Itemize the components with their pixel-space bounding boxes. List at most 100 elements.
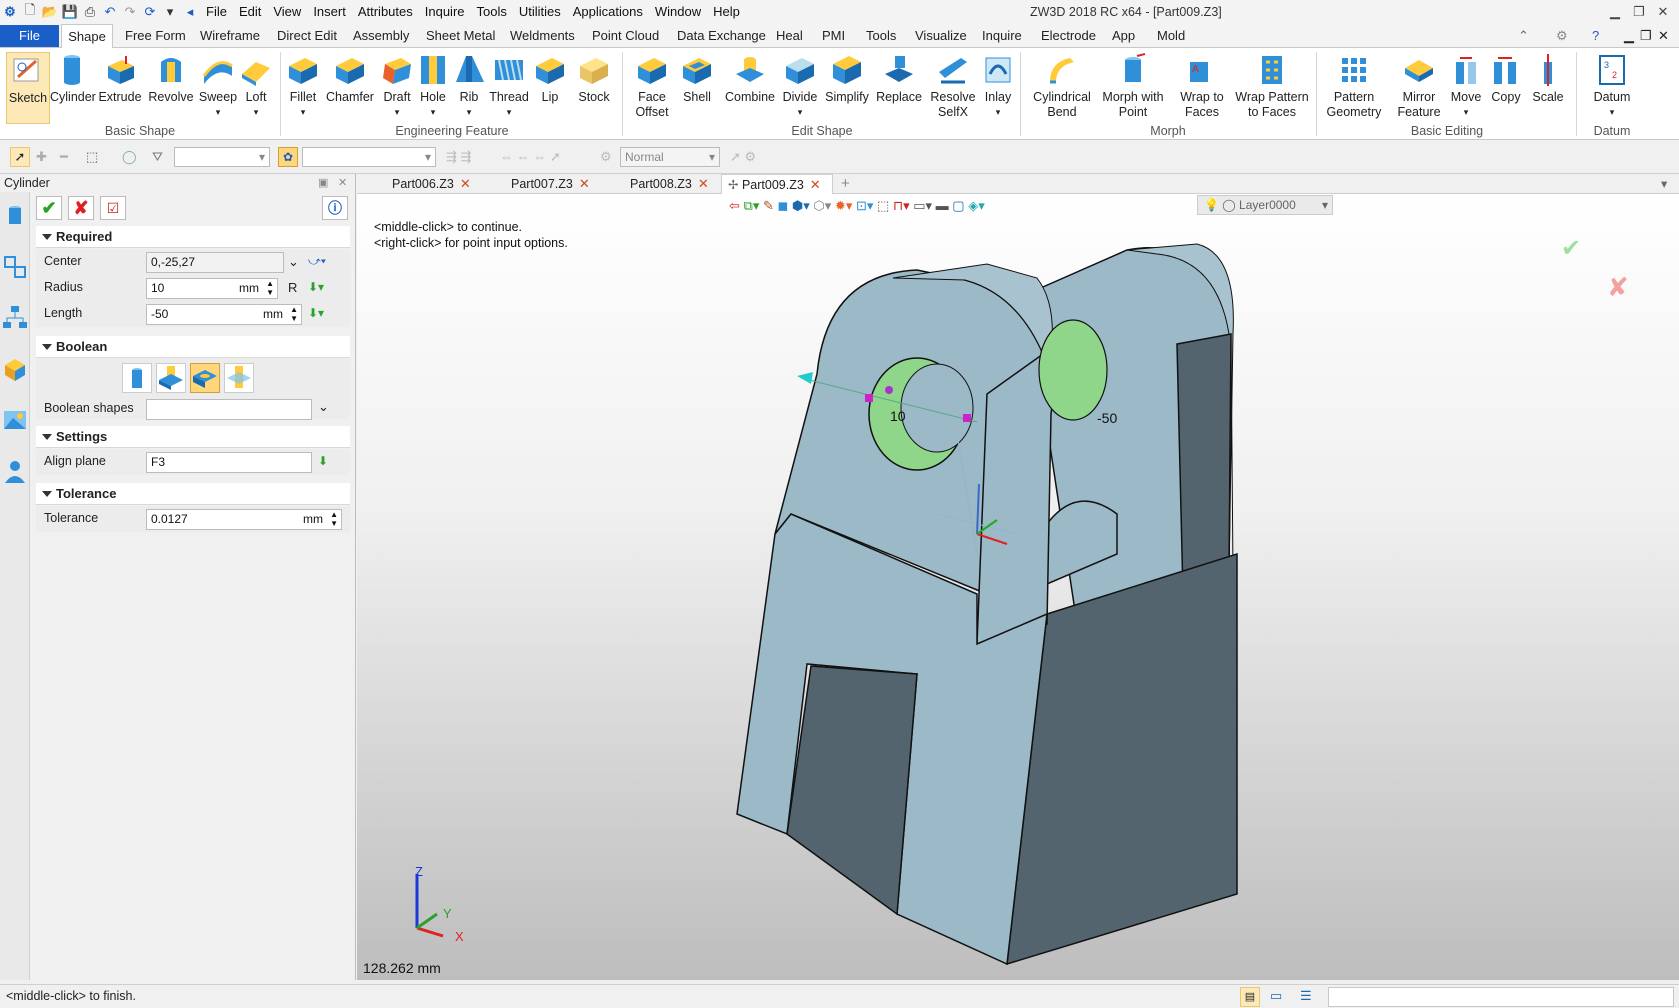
save-icon[interactable]: 💾 <box>60 2 80 22</box>
extrude-button[interactable]: Extrude <box>96 52 144 105</box>
inlay-dropdown-icon[interactable]: ▾ <box>980 105 1016 120</box>
resolve-selfx-button[interactable]: Resolve SelfX <box>928 52 978 120</box>
menu-file[interactable]: File <box>200 0 233 24</box>
menu-insert[interactable]: Insert <box>307 0 352 24</box>
datum-button[interactable]: 32 Datum ▾ <box>1588 52 1636 120</box>
align-plane-field[interactable]: F3 <box>146 452 312 473</box>
boolean-remove-button[interactable] <box>190 363 220 393</box>
center-field[interactable]: 0,-25,27 <box>146 252 284 273</box>
datum-dropdown-icon[interactable]: ▾ <box>1588 105 1636 120</box>
menu-utilities[interactable]: Utilities <box>513 0 567 24</box>
image-icon[interactable] <box>1 406 29 434</box>
help-icon[interactable]: ? <box>1592 24 1599 48</box>
radius-field[interactable]: 10 mm ▲ ▼ <box>146 278 278 299</box>
move-button[interactable]: Move ▾ <box>1446 52 1486 120</box>
scale-button[interactable]: Scale <box>1528 52 1568 105</box>
gear-icon[interactable]: ⚙ <box>600 149 612 165</box>
app-logo-icon[interactable]: ⚙ <box>0 2 20 22</box>
tab-data-exchange[interactable]: Data Exchange <box>677 24 766 48</box>
length-field[interactable]: -50 mm ▲ ▼ <box>146 304 302 325</box>
boolean-base-button[interactable] <box>122 363 152 393</box>
tab-mold[interactable]: Mold <box>1157 24 1185 48</box>
shell-button[interactable]: Shell <box>678 52 716 105</box>
ok-button[interactable]: ✔ <box>36 196 62 220</box>
remove-pick-icon[interactable]: ━ <box>60 149 68 165</box>
menu-window[interactable]: Window <box>649 0 707 24</box>
tab-file[interactable]: File <box>0 25 59 47</box>
status-list-icon[interactable]: ☰ <box>1300 988 1312 1004</box>
section-tolerance[interactable]: Tolerance <box>36 483 350 505</box>
cylinder-button[interactable]: Cylinder <box>50 52 96 105</box>
part-icon[interactable] <box>1 355 29 383</box>
close-icon[interactable]: ✕ <box>579 176 590 191</box>
stock-button[interactable]: Stock <box>572 52 616 105</box>
filter-icon[interactable]: ⛛ <box>152 149 163 165</box>
fillet-dropdown-icon[interactable]: ▾ <box>284 105 322 120</box>
menu-attributes[interactable]: Attributes <box>352 0 419 24</box>
back-arrow-icon[interactable]: ◂ <box>180 2 200 22</box>
hole-button[interactable]: Hole ▾ <box>414 52 452 120</box>
close-icon[interactable]: ✕ <box>460 176 471 191</box>
tab-heal[interactable]: Heal <box>776 24 803 48</box>
length-spinner-icon[interactable]: ▲ ▼ <box>290 305 298 323</box>
menu-tools[interactable]: Tools <box>471 0 513 24</box>
lasso-icon[interactable]: ◯ <box>122 149 137 165</box>
restore-icon[interactable]: ❐ <box>1628 2 1650 22</box>
section-required[interactable]: Required <box>36 226 350 248</box>
snap-icon[interactable]: ⇔ ⇔ ⇔ ➚ <box>500 149 561 165</box>
section-boolean[interactable]: Boolean <box>36 336 350 358</box>
tolerance-field[interactable]: 0.0127 mm ▲ ▼ <box>146 509 342 530</box>
lip-button[interactable]: Lip <box>532 52 568 105</box>
doc-restore-icon[interactable]: ❐ <box>1640 24 1652 48</box>
radius-pick-icon[interactable]: ⬇▾ <box>308 280 324 294</box>
align-plane-pick-icon[interactable]: ⬇ <box>318 454 328 468</box>
radius-spinner-icon[interactable]: ▲ ▼ <box>266 279 274 297</box>
close-panel-icon[interactable]: ✕ <box>338 176 347 189</box>
mirror-feature-button[interactable]: Mirror Feature <box>1390 52 1448 120</box>
tab-assembly[interactable]: Assembly <box>353 24 409 48</box>
tab-visualize[interactable]: Visualize <box>915 24 967 48</box>
mode-select[interactable]: Normal ▾ <box>620 147 720 167</box>
tolerance-spinner-icon[interactable]: ▲ ▼ <box>330 510 338 528</box>
face-offset-button[interactable]: Face Offset <box>628 52 676 120</box>
section-settings[interactable]: Settings <box>36 426 350 448</box>
cancel-button[interactable]: ✘ <box>68 196 94 220</box>
loft-button[interactable]: Loft ▾ <box>238 52 274 120</box>
boolean-intersect-button[interactable] <box>224 363 254 393</box>
history-tree-icon[interactable] <box>1 253 29 281</box>
tab-app[interactable]: App <box>1112 24 1135 48</box>
replace-button[interactable]: Replace <box>874 52 924 105</box>
menu-view[interactable]: View <box>267 0 307 24</box>
cylindrical-bend-button[interactable]: Cylindrical Bend <box>1030 52 1094 120</box>
loft-dropdown-icon[interactable]: ▾ <box>238 105 274 120</box>
tab-electrode[interactable]: Electrode <box>1041 24 1096 48</box>
part-model[interactable] <box>357 194 1679 980</box>
doc-tab-part006[interactable]: Part006.Z3 ✕ <box>392 174 471 194</box>
inlay-button[interactable]: Inlay ▾ <box>980 52 1016 120</box>
pick-history-icon[interactable]: ➚ ⚙ <box>730 149 756 165</box>
wrap-pattern-to-faces-button[interactable]: Wrap Pattern to Faces <box>1234 52 1310 120</box>
morph-with-point-button[interactable]: Morph with Point <box>1098 52 1168 120</box>
settings-gear-icon[interactable]: ⚙ <box>1556 24 1568 48</box>
fillet-button[interactable]: Fillet ▾ <box>284 52 322 120</box>
regen-icon[interactable]: ⟳ <box>140 2 160 22</box>
status-monitor-icon[interactable]: ▭ <box>1270 988 1282 1004</box>
move-dropdown-icon[interactable]: ▾ <box>1446 105 1486 120</box>
tab-free-form[interactable]: Free Form <box>125 24 186 48</box>
tab-tools[interactable]: Tools <box>866 24 896 48</box>
radius-toggle[interactable]: R <box>288 280 297 295</box>
tab-pmi[interactable]: PMI <box>822 24 845 48</box>
tab-list-icon[interactable]: ▾ <box>1661 174 1667 194</box>
wrap-to-faces-button[interactable]: A Wrap to Faces <box>1172 52 1232 120</box>
chamfer-button[interactable]: Chamfer <box>324 52 376 105</box>
apply-button[interactable]: ☑ <box>100 196 126 220</box>
doc-minimize-icon[interactable]: ▁ <box>1624 24 1634 48</box>
boolean-add-button[interactable] <box>156 363 186 393</box>
close-window-icon[interactable]: ✕ <box>1652 2 1674 22</box>
customize-dropdown-icon[interactable]: ▾ <box>160 2 180 22</box>
thread-dropdown-icon[interactable]: ▾ <box>488 105 530 120</box>
divide-dropdown-icon[interactable]: ▾ <box>780 105 820 120</box>
tab-direct-edit[interactable]: Direct Edit <box>277 24 337 48</box>
collapse-ribbon-icon[interactable]: ⌃ <box>1518 24 1529 48</box>
undo-icon[interactable]: ↶ <box>100 2 120 22</box>
